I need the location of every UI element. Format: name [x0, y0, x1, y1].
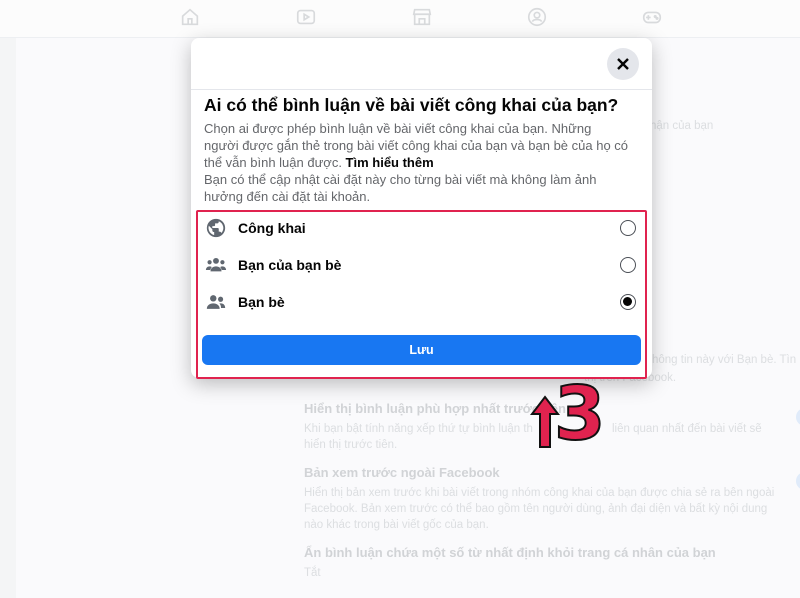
comment-audience-dialog: Ai có thể bình luận về bài viết công kha…	[191, 38, 652, 379]
step-annotation: 3	[530, 373, 620, 458]
dialog-description: Chọn ai được phép bình luận về bài viết …	[204, 120, 629, 171]
dialog-header	[191, 38, 652, 90]
dialog-note: Bạn có thể cập nhật cài đặt này cho từng…	[204, 172, 597, 204]
close-button[interactable]	[607, 48, 639, 80]
step-number: 3	[553, 371, 606, 457]
dialog-title: Ai có thể bình luận về bài viết công kha…	[204, 95, 619, 115]
highlight-box	[196, 210, 647, 379]
close-icon	[617, 58, 629, 70]
learn-more-link[interactable]: Tìm hiểu thêm	[346, 155, 434, 170]
